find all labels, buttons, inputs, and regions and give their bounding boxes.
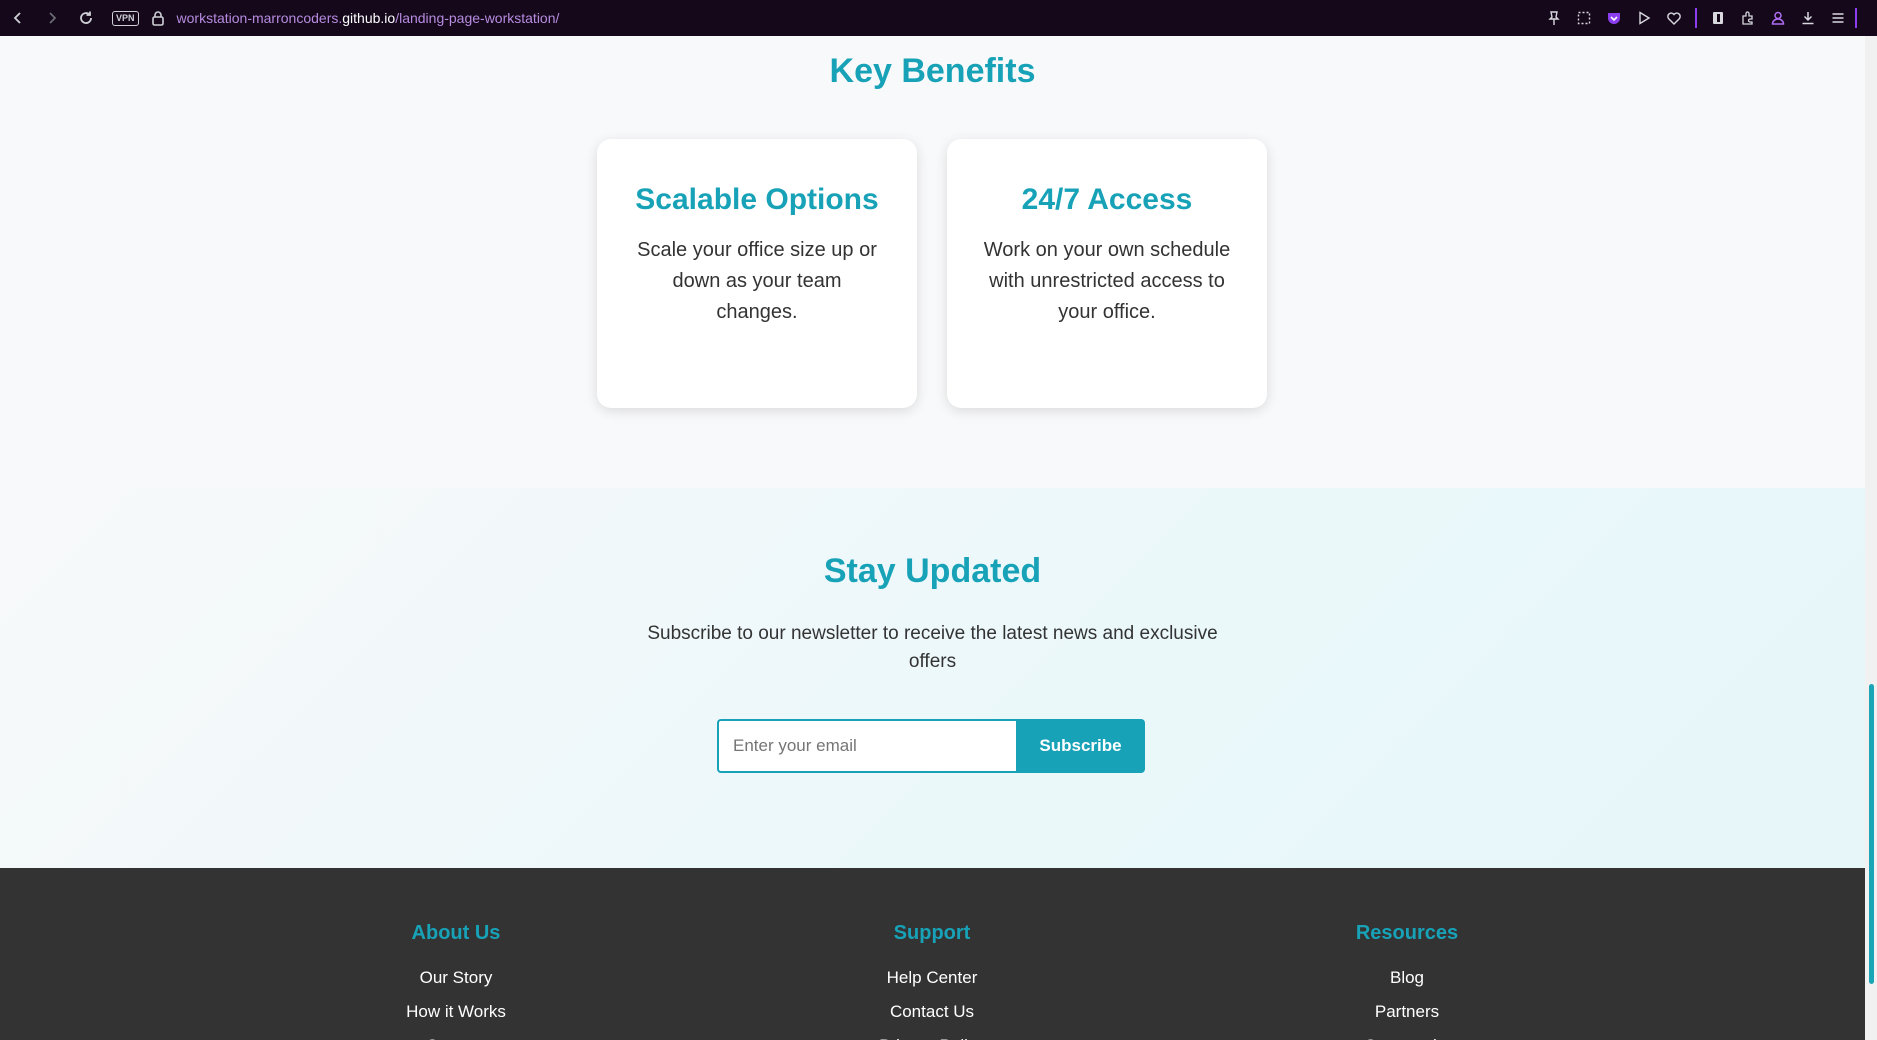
reload-button[interactable] [76,8,96,28]
footer-link-blog[interactable]: Blog [1207,961,1607,995]
address-bar[interactable]: workstation-marroncoders.github.io/landi… [177,10,560,26]
benefit-card-text: Scale your office size up or down as you… [637,239,877,323]
newsletter-title: Stay Updated [823,552,1042,590]
extensions-icon[interactable] [1739,9,1757,27]
pin-icon[interactable] [1545,9,1563,27]
forward-arrow-icon [49,12,57,24]
browser-toolbar: VPN workstation-marroncoders.github.io/l… [0,0,1877,36]
profile-icon[interactable] [1769,9,1787,27]
screenshot-icon[interactable] [1575,9,1593,27]
footer-link-our-story[interactable]: Our Story [256,961,656,995]
subscribe-button[interactable]: Subscribe [1016,719,1145,773]
benefit-card-text: Work on your own schedule with unrestric… [983,239,1231,323]
footer-column-resources: Resources Blog Partners Community [1207,868,1607,1040]
benefit-card-scalable: Scalable Options Scale your office size … [597,139,917,408]
footer-column-support: Support Help Center Contact Us Privacy P… [732,868,1132,1040]
browser-extensions [1545,0,1857,36]
footer-link-contact-us[interactable]: Contact Us [732,995,1132,1029]
footer-column-title: About Us [411,922,501,944]
url-prefix: workstation-marroncoders. [176,10,343,26]
newsletter-section: Stay Updated Subscribe to our newsletter… [0,488,1865,868]
footer-column-about: About Us Our Story How it Works Careers [256,868,656,1040]
email-input[interactable] [717,719,1017,773]
benefit-card-title: Scalable Options [635,183,879,216]
back-button[interactable] [8,8,28,28]
footer-column-title: Resources [1355,922,1459,944]
footer-link-careers[interactable]: Careers [256,1029,656,1040]
menu-icon[interactable] [1829,9,1847,27]
reload-icon [80,11,92,24]
footer-link-how-it-works[interactable]: How it Works [256,995,656,1029]
toolbar-edge-divider [1855,8,1857,28]
key-benefits-title: Key Benefits [829,52,1036,90]
footer-link-community[interactable]: Community [1207,1029,1607,1040]
toolbar-divider [1695,8,1697,28]
footer: About Us Our Story How it Works Careers … [0,868,1865,1040]
shield-icon[interactable] [1605,9,1623,27]
footer-link-partners[interactable]: Partners [1207,995,1607,1029]
heart-icon[interactable] [1665,9,1683,27]
footer-link-privacy-policy[interactable]: Privacy Policy [732,1029,1132,1040]
url-path: /landing-page-workstation/ [395,10,560,26]
footer-link-help-center[interactable]: Help Center [732,961,1132,995]
benefit-card-title: 24/7 Access [1021,183,1193,216]
vpn-badge[interactable]: VPN [112,10,139,26]
download-icon[interactable] [1799,9,1817,27]
newsletter-subtitle: Subscribe to our newsletter to receive t… [647,623,1218,672]
forward-button[interactable] [42,8,62,28]
page-scrollbar[interactable] [1865,36,1877,1040]
lock-icon[interactable] [151,10,165,26]
back-arrow-icon [13,12,21,24]
play-icon[interactable] [1635,9,1653,27]
benefit-card-access: 24/7 Access Work on your own schedule wi… [947,139,1267,408]
scrollbar-thumb[interactable] [1869,684,1874,984]
notebook-icon[interactable] [1709,9,1727,27]
page-content: Key Benefits Scalable Options Scale your… [0,36,1865,1040]
url-host: github.io [342,10,396,26]
footer-column-title: Support [893,922,971,944]
